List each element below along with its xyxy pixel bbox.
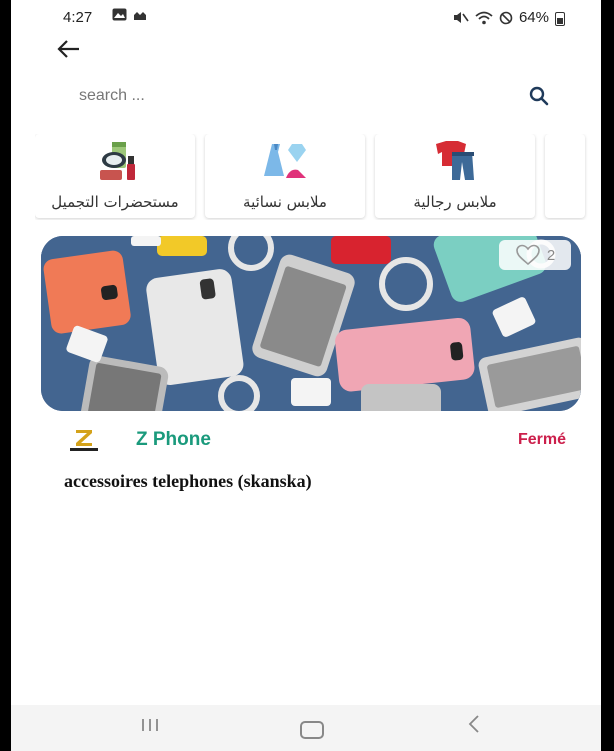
status-time: 4:27: [63, 9, 93, 26]
heart-icon: [516, 244, 540, 266]
battery-icon: [555, 11, 565, 26]
category-womens-clothing[interactable]: ملابس نسائية: [205, 134, 365, 218]
shop-info-row: Z Phone Fermé: [66, 426, 566, 456]
dnd-icon: [499, 11, 513, 24]
category-label: مستحضرات التجميل: [51, 193, 179, 211]
category-next[interactable]: [545, 134, 585, 218]
category-label: ملابس رجالية: [413, 193, 497, 211]
like-count: 2: [546, 246, 556, 264]
back-button[interactable]: [55, 36, 85, 62]
like-button[interactable]: 2: [499, 240, 571, 270]
status-bar: 4:27 64%: [11, 0, 601, 34]
shop-name[interactable]: Z Phone: [136, 429, 211, 451]
cosmetics-icon: [100, 142, 135, 180]
shop-logo[interactable]: [66, 428, 102, 454]
category-cosmetics[interactable]: مستحضرات التجميل: [35, 134, 195, 218]
chevron-left-icon: [468, 715, 479, 733]
home-button[interactable]: [300, 721, 324, 739]
womens-clothing-icon: [264, 144, 306, 178]
category-mens-clothing[interactable]: ملابس رجالية: [375, 134, 535, 218]
battery-percent: 64%: [518, 9, 549, 26]
system-back-button[interactable]: [466, 713, 482, 741]
shop-description: accessoires telephones (skanska): [64, 471, 312, 491]
wifi-icon: [475, 11, 493, 24]
shop-banner-image[interactable]: 2: [41, 236, 581, 411]
recent-apps-icon: [142, 719, 158, 731]
system-nav-bar: [11, 705, 601, 751]
arrow-left-icon: [57, 40, 79, 58]
category-list: مستحضرات التجميل ملابس نسائية ملابس رجال…: [35, 134, 601, 220]
search-input[interactable]: [79, 87, 379, 105]
category-label: ملابس نسائية: [243, 193, 327, 211]
phone-screen: 4:27 64% search ... مستحضرات التجميل ملا…: [11, 0, 601, 751]
image-icon: [112, 8, 127, 21]
recent-apps-button[interactable]: [139, 717, 161, 738]
mute-icon: [453, 12, 469, 23]
search-icon[interactable]: [528, 85, 550, 107]
search-bar: [61, 74, 556, 118]
mens-clothing-icon: [436, 141, 474, 180]
shop-status-badge: Fermé: [517, 431, 566, 448]
app-icon: [134, 11, 146, 20]
